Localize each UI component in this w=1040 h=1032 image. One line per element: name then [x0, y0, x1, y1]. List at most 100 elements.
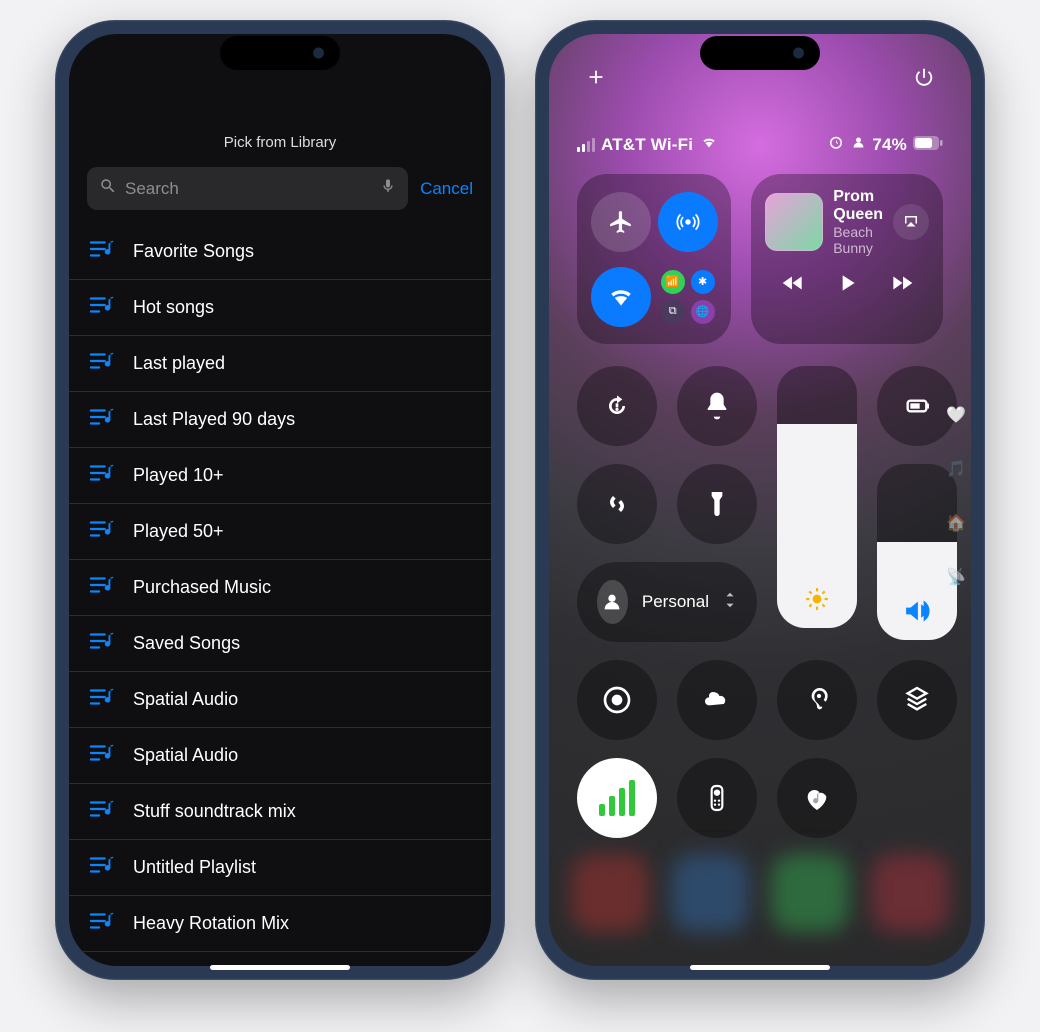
library-screen: Pick from Library Search Cancel Favorite… — [69, 34, 491, 966]
playlist-label: Stuff soundtrack mix — [133, 801, 296, 822]
list-item[interactable]: Played 10+ — [69, 448, 491, 504]
playlist-icon — [89, 238, 115, 265]
now-playing-card[interactable]: Prom Queen Beach Bunny — [751, 174, 943, 344]
playlist-list: Favorite Songs Hot songs Last played Last P… — [69, 224, 491, 966]
connectivity-group: 📶 ✱ ⧉ 🌐 — [577, 174, 731, 344]
music-recognition-button[interactable] — [777, 758, 857, 838]
phone-control-center: AT&T Wi-Fi 74% — [535, 20, 985, 980]
wifi-icon — [699, 135, 719, 155]
control-grid: Personal — [549, 344, 971, 838]
playlist-label: Purchased Music — [133, 577, 271, 598]
search-placeholder: Search — [125, 179, 372, 199]
hearing-button[interactable] — [777, 660, 857, 740]
wifi-button[interactable] — [591, 267, 651, 327]
silent-mode-button[interactable] — [677, 366, 757, 446]
playlist-icon — [89, 630, 115, 657]
list-item[interactable]: Untitled Playlist — [69, 840, 491, 896]
list-item[interactable]: Last Played 90 days — [69, 392, 491, 448]
playlist-label: Heavy Rotation Mix — [133, 913, 289, 934]
track-title: Prom Queen — [833, 188, 883, 224]
cellular-signal-icon — [577, 138, 595, 152]
brightness-slider[interactable] — [777, 366, 857, 628]
playlist-label: Played 50+ — [133, 521, 224, 542]
playlist-label: Spatial Audio — [133, 745, 238, 766]
phone-library: Pick from Library Search Cancel Favorite… — [55, 20, 505, 980]
list-item[interactable]: Played 50+ — [69, 504, 491, 560]
focus-label: Personal — [642, 592, 709, 612]
cc-top-actions — [549, 66, 971, 93]
power-button[interactable] — [913, 66, 935, 93]
cellular-chip-icon: 📶 — [661, 270, 685, 294]
search-input[interactable]: Search — [87, 167, 408, 210]
mic-icon[interactable] — [380, 176, 396, 201]
playlist-label: Hot songs — [133, 297, 214, 318]
flashlight-button[interactable] — [677, 464, 757, 544]
bluetooth-chip-icon: ✱ — [691, 270, 715, 294]
playlist-icon — [89, 742, 115, 769]
cancel-button[interactable]: Cancel — [420, 179, 473, 199]
battery-icon — [913, 135, 943, 155]
control-center-screen: AT&T Wi-Fi 74% — [549, 34, 971, 966]
dock-blur — [549, 854, 971, 932]
airdrop-button[interactable] — [658, 192, 718, 252]
person-icon — [597, 580, 628, 624]
vpn-chip-icon: 🌐 — [691, 300, 715, 324]
person-icon — [851, 135, 866, 155]
add-control-button[interactable] — [585, 66, 607, 93]
cellular-bluetooth-button[interactable]: 📶 ✱ ⧉ 🌐 — [658, 267, 718, 327]
page-indicator[interactable]: 🤍 🎵 🏠 📡 — [945, 404, 967, 588]
list-item[interactable]: Favorite Songs — [69, 224, 491, 280]
playlist-label: Last Played 90 days — [133, 409, 295, 430]
list-item[interactable]: Spatial Audio — [69, 672, 491, 728]
list-item[interactable]: Heavy Rotation Mix — [69, 896, 491, 952]
list-item[interactable]: Last played — [69, 336, 491, 392]
wallet-button[interactable] — [877, 660, 957, 740]
playlist-label: Played 10+ — [133, 465, 224, 486]
list-item[interactable]: Stuff soundtrack mix — [69, 784, 491, 840]
carrier-label: AT&T Wi-Fi — [601, 135, 693, 155]
playlist-icon — [89, 518, 115, 545]
focus-button[interactable]: Personal — [577, 562, 757, 642]
shazam-button[interactable] — [577, 464, 657, 544]
airplay-button[interactable] — [893, 204, 929, 240]
previous-track-button[interactable] — [780, 270, 806, 301]
chevron-icon — [723, 591, 737, 614]
next-track-button[interactable] — [889, 270, 915, 301]
battery-label: 74% — [872, 135, 907, 155]
home-icon: 🏠 — [945, 512, 967, 534]
list-item[interactable]: Saved Songs — [69, 616, 491, 672]
playlist-label: Saved Songs — [133, 633, 240, 654]
radio-icon: 📡 — [945, 566, 967, 588]
playlist-label: Favorite Songs — [133, 241, 254, 262]
screen-record-button[interactable] — [577, 660, 657, 740]
list-item[interactable]: Replay 2022 — [69, 952, 491, 966]
playlist-icon — [89, 910, 115, 937]
playlist-icon — [89, 854, 115, 881]
home-indicator[interactable] — [690, 965, 830, 970]
search-icon — [99, 177, 117, 200]
cellular-data-button[interactable] — [577, 758, 657, 838]
heart-icon: 🤍 — [945, 404, 967, 426]
playlist-icon — [89, 350, 115, 377]
playlist-icon — [89, 406, 115, 433]
apple-tv-remote-button[interactable] — [677, 758, 757, 838]
home-indicator[interactable] — [210, 965, 350, 970]
playlist-icon — [89, 686, 115, 713]
weather-button[interactable] — [677, 660, 757, 740]
playlist-icon — [89, 462, 115, 489]
music-note-icon: 🎵 — [945, 458, 967, 480]
list-item[interactable]: Purchased Music — [69, 560, 491, 616]
playlist-label: Spatial Audio — [133, 689, 238, 710]
playlist-label: Last played — [133, 353, 225, 374]
orientation-lock-button[interactable] — [577, 366, 657, 446]
page-title: Pick from Library — [69, 134, 491, 151]
list-item[interactable]: Hot songs — [69, 280, 491, 336]
dynamic-island — [220, 36, 340, 70]
hotspot-chip-icon: ⧉ — [661, 300, 685, 324]
playlist-icon — [89, 294, 115, 321]
airplane-mode-button[interactable] — [591, 192, 651, 252]
play-button[interactable] — [834, 270, 860, 301]
list-item[interactable]: Spatial Audio — [69, 728, 491, 784]
playlist-icon — [89, 574, 115, 601]
search-row: Search Cancel — [69, 167, 491, 210]
